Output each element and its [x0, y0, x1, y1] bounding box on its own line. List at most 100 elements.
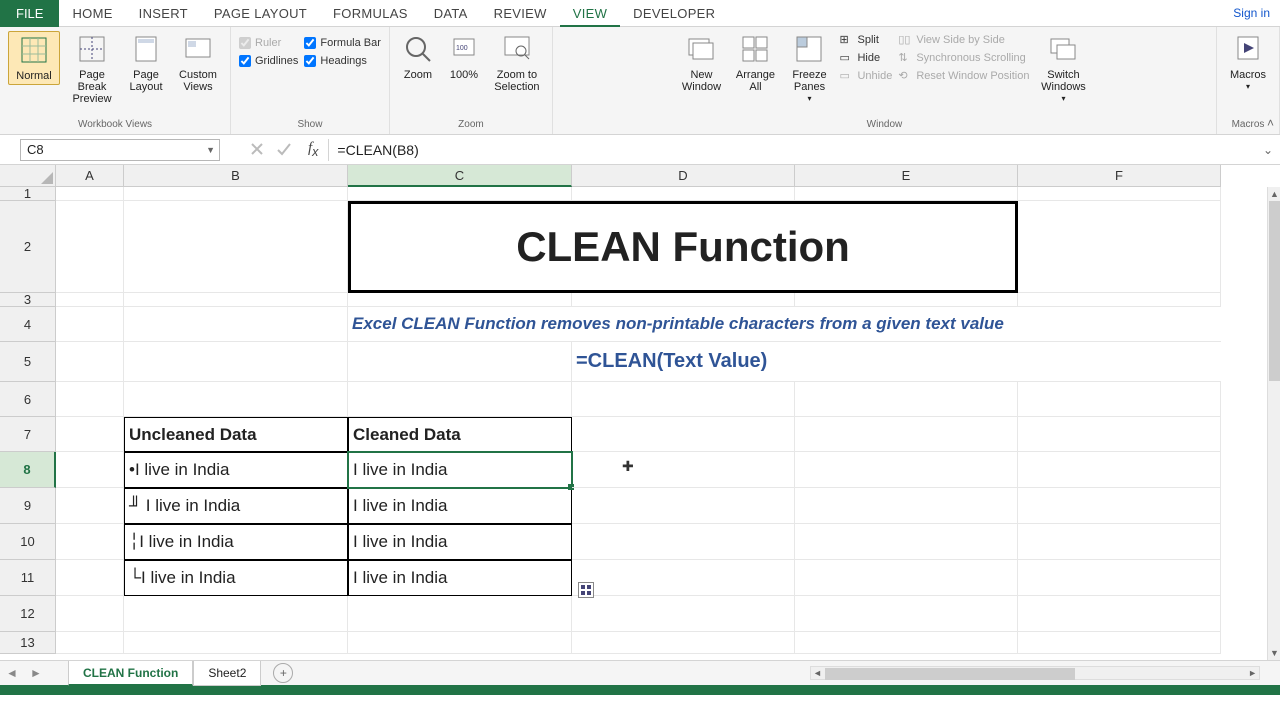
new-window-button[interactable]: New Window: [677, 31, 725, 95]
row-header-12[interactable]: 12: [0, 596, 56, 632]
tab-review[interactable]: REVIEW: [481, 0, 560, 27]
group-label-window: Window: [867, 119, 903, 132]
row-header-4[interactable]: 4: [0, 307, 56, 342]
row-header-7[interactable]: 7: [0, 417, 56, 452]
hscroll-thumb[interactable]: [825, 668, 1075, 680]
title-cell[interactable]: CLEAN Function: [348, 201, 1018, 293]
ruler-checkbox[interactable]: Ruler: [239, 37, 298, 49]
syntax-cell[interactable]: =CLEAN(Text Value): [572, 342, 1221, 382]
switch-windows-button[interactable]: Switch Windows▾: [1035, 31, 1091, 107]
tab-view[interactable]: VIEW: [560, 0, 620, 27]
col-header-e[interactable]: E: [795, 165, 1018, 187]
sheet-tab-sheet2[interactable]: Sheet2: [193, 661, 261, 686]
col-header-f[interactable]: F: [1018, 165, 1221, 187]
row-header-11[interactable]: 11: [0, 560, 56, 596]
tab-page-layout[interactable]: PAGE LAYOUT: [201, 0, 320, 27]
sheet-tab-clean-function[interactable]: CLEAN Function: [68, 661, 193, 686]
sheet-nav-next-icon[interactable]: ►: [24, 666, 48, 680]
horizontal-scrollbar[interactable]: ◄ ►: [810, 666, 1260, 680]
description-cell[interactable]: Excel CLEAN Function removes non-printab…: [348, 307, 1221, 342]
autofill-options-button[interactable]: [578, 582, 594, 598]
cell-c9[interactable]: I live in India: [348, 488, 572, 524]
freeze-panes-button[interactable]: Freeze Panes▾: [785, 31, 833, 107]
row-header-13[interactable]: 13: [0, 632, 56, 654]
hide-button[interactable]: ▭Hide: [839, 51, 892, 65]
hscroll-left-icon[interactable]: ◄: [813, 668, 822, 678]
page-break-icon: [76, 33, 108, 65]
page-break-preview-button[interactable]: Page Break Preview: [66, 31, 118, 107]
select-all-button[interactable]: [0, 165, 56, 187]
cursor-icon: ✚: [622, 458, 634, 475]
cell-b11[interactable]: └I live in India: [124, 560, 348, 596]
unhide-button[interactable]: ▭Unhide: [839, 69, 892, 83]
page-layout-button[interactable]: Page Layout: [124, 31, 168, 95]
switch-windows-icon: [1047, 33, 1079, 65]
reset-window-position-button[interactable]: ⟲Reset Window Position: [898, 69, 1029, 83]
zoom-100-button[interactable]: 100 100%: [444, 31, 484, 83]
split-button[interactable]: ⊞Split: [839, 33, 892, 47]
headings-checkbox[interactable]: Headings: [304, 55, 381, 67]
header-cleaned[interactable]: Cleaned Data: [348, 417, 572, 452]
hscroll-right-icon[interactable]: ►: [1248, 668, 1257, 678]
normal-view-button[interactable]: Normal: [8, 31, 60, 85]
add-sheet-button[interactable]: +: [273, 663, 293, 683]
tab-home[interactable]: HOME: [59, 0, 125, 27]
file-tab[interactable]: FILE: [0, 0, 59, 27]
row-header-6[interactable]: 6: [0, 382, 56, 417]
tab-formulas[interactable]: FORMULAS: [320, 0, 421, 27]
header-uncleaned[interactable]: Uncleaned Data: [124, 417, 348, 452]
col-header-b[interactable]: B: [124, 165, 348, 187]
synchronous-scrolling-button[interactable]: ⇅Synchronous Scrolling: [898, 51, 1029, 65]
vertical-scrollbar[interactable]: ▲ ▼: [1267, 187, 1280, 660]
col-header-c[interactable]: C: [348, 165, 572, 187]
fx-icon[interactable]: fx: [308, 140, 318, 159]
view-side-by-side-button[interactable]: ▯▯View Side by Side: [898, 33, 1029, 47]
cell-c10[interactable]: I live in India: [348, 524, 572, 560]
row-header-10[interactable]: 10: [0, 524, 56, 560]
cancel-formula-icon[interactable]: [250, 142, 266, 158]
cell-c8-selected[interactable]: I live in India: [348, 452, 572, 488]
row-header-3[interactable]: 3: [0, 293, 56, 307]
row-header-5[interactable]: 5: [0, 342, 56, 382]
page-layout-icon: [130, 33, 162, 65]
collapse-ribbon-button[interactable]: ˄: [1267, 116, 1274, 130]
row-header-1[interactable]: 1: [0, 187, 56, 201]
row-header-9[interactable]: 9: [0, 488, 56, 524]
cell-c11[interactable]: I live in India: [348, 560, 572, 596]
col-header-d[interactable]: D: [572, 165, 795, 187]
cell-b8[interactable]: •I live in India: [124, 452, 348, 488]
status-bar: [0, 685, 1280, 695]
reset-pos-icon: ⟲: [898, 69, 912, 83]
enter-formula-icon[interactable]: [276, 142, 292, 158]
macros-icon: [1232, 33, 1264, 65]
row-header-8[interactable]: 8: [0, 452, 56, 488]
formula-bar-checkbox[interactable]: Formula Bar: [304, 37, 381, 49]
worksheet-grid[interactable]: A B C D E F 1 2 CLEAN Function 3 4: [0, 165, 1280, 660]
sheet-nav-prev-icon[interactable]: ◄: [0, 666, 24, 680]
cell-b9[interactable]: ╜ I live in India: [124, 488, 348, 524]
group-show: Ruler Gridlines Formula Bar Headings Sho…: [231, 27, 390, 134]
group-label-macros: Macros: [1232, 119, 1265, 132]
formula-bar-expand-icon[interactable]: ⌄: [1260, 143, 1276, 157]
name-box[interactable]: C8 ▼: [20, 139, 220, 161]
scroll-down-icon[interactable]: ▼: [1270, 648, 1279, 658]
col-header-a[interactable]: A: [56, 165, 124, 187]
scroll-up-icon[interactable]: ▲: [1270, 189, 1279, 199]
gridlines-checkbox[interactable]: Gridlines: [239, 55, 298, 67]
vscroll-thumb[interactable]: [1269, 201, 1280, 381]
tab-insert[interactable]: INSERT: [126, 0, 201, 27]
sign-in-link[interactable]: Sign in: [1233, 6, 1270, 20]
macros-button[interactable]: Macros▾: [1225, 31, 1271, 95]
custom-views-button[interactable]: Custom Views: [174, 31, 222, 95]
cell-b10[interactable]: ╎I live in India: [124, 524, 348, 560]
zoom-to-selection-button[interactable]: Zoom to Selection: [490, 31, 544, 95]
tab-data[interactable]: DATA: [421, 0, 481, 27]
zoom-button[interactable]: Zoom: [398, 31, 438, 83]
arrange-all-button[interactable]: Arrange All: [731, 31, 779, 95]
row-header-2[interactable]: 2: [0, 201, 56, 293]
group-label-zoom: Zoom: [458, 119, 484, 132]
ribbon: Normal Page Break Preview Page Layout Cu…: [0, 27, 1280, 135]
tab-developer[interactable]: DEVELOPER: [620, 0, 728, 27]
formula-input[interactable]: =CLEAN(B8): [328, 139, 1260, 161]
name-box-dropdown-icon[interactable]: ▼: [206, 145, 215, 155]
